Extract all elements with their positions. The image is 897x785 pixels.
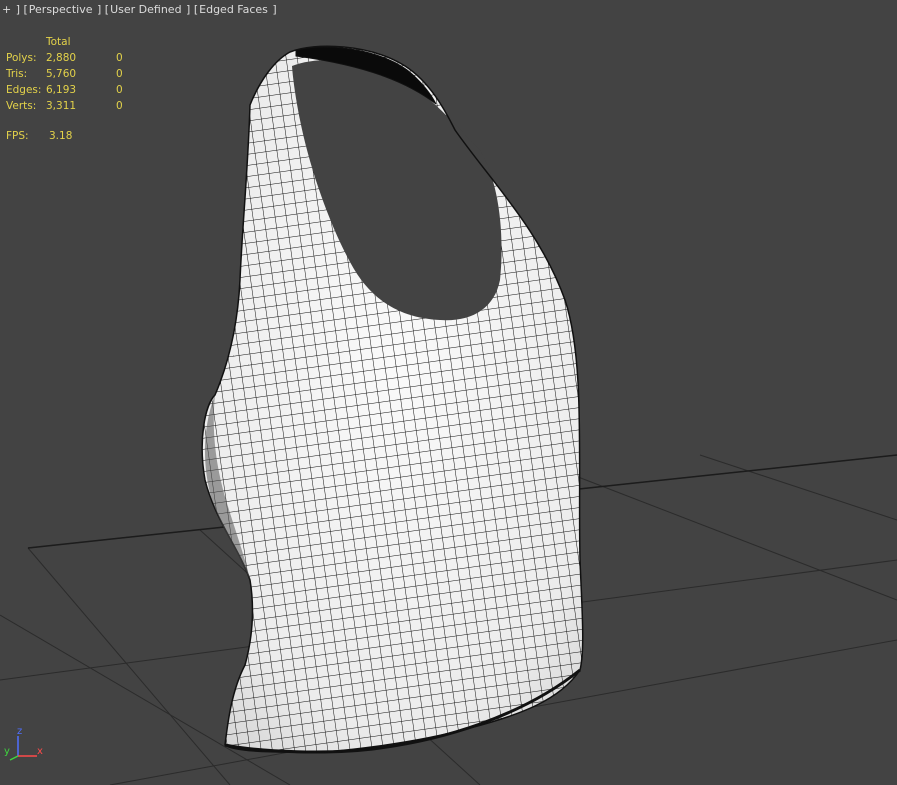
axis-y-label: y [4,746,10,757]
stats-selected: 0 [116,52,123,64]
stats-total: 6,193 [46,84,77,96]
fps-label: FPS: [6,130,29,142]
axis-z-label: z [17,726,23,737]
viewport-point-of-view-menu[interactable]: Perspective [29,3,93,16]
stats-selected: 0 [116,100,123,112]
stats-label: Edges: [6,84,42,96]
stats-total: 2,880 [46,52,77,64]
halter-top-mesh[interactable] [180,30,610,770]
stats-selected: 0 [116,84,123,96]
perspective-viewport[interactable]: + ] [Perspective ] [User Defined ] [Edge… [0,0,897,785]
stats-selected: 0 [116,68,123,80]
axis-x-label: x [37,746,43,757]
viewport-canvas[interactable] [0,0,897,785]
viewport-label: + ] [Perspective ] [User Defined ] [Edge… [2,3,277,16]
viewport-general-menu[interactable]: + [2,3,11,16]
stats-label: Tris: [6,68,28,80]
viewport-shading-menu[interactable]: User Defined [110,3,181,16]
fps-value: 3.18 [49,130,73,142]
stats-total: 3,311 [46,100,77,112]
axis-tripod: z x y [4,726,44,762]
fps-readout: FPS: 3.18 [6,130,72,142]
stats-total: 5,760 [46,68,77,80]
stats-label: Polys: [6,52,37,64]
stats-header-total: Total [46,36,71,48]
stats-label: Verts: [6,100,37,112]
viewport-display-menu[interactable]: Edged Faces [199,3,268,16]
